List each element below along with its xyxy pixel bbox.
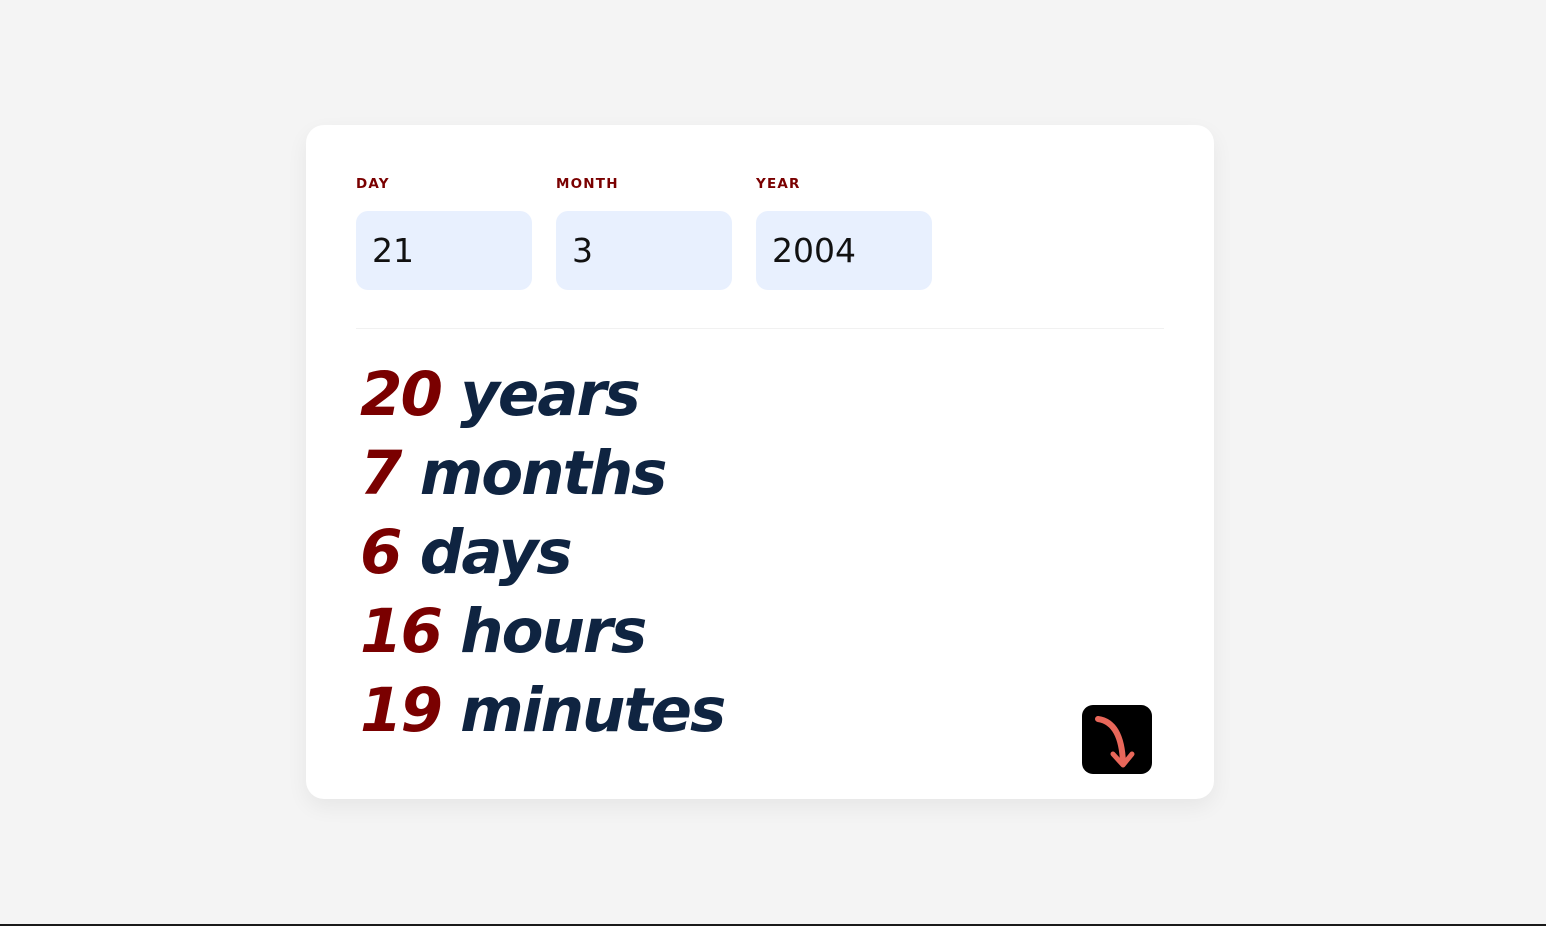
divider: [356, 328, 1164, 329]
days-unit: days: [419, 517, 573, 588]
minutes-value: 19: [360, 675, 443, 746]
result-days: 6 days: [360, 513, 724, 592]
month-field: MONTH: [556, 177, 732, 290]
hours-unit: hours: [460, 596, 647, 667]
page: { "form": { "day": { "label": "DAY", "va…: [0, 0, 1546, 926]
result-years: 20 years: [360, 355, 724, 434]
year-input[interactable]: [756, 211, 932, 290]
date-input-group: DAY MONTH YEAR: [356, 177, 932, 290]
days-value: 6: [360, 517, 402, 588]
age-calculator-card: DAY MONTH YEAR 20 years 7 months 6 days …: [306, 125, 1214, 799]
year-field: YEAR: [756, 177, 932, 290]
month-input[interactable]: [556, 211, 732, 290]
day-label: DAY: [356, 176, 390, 192]
years-unit: years: [460, 359, 641, 430]
day-field: DAY: [356, 177, 532, 290]
result-hours: 16 hours: [360, 592, 724, 671]
result-months: 7 months: [360, 434, 724, 513]
months-unit: months: [419, 438, 668, 509]
age-results: 20 years 7 months 6 days 16 hours 19 min…: [360, 355, 726, 750]
year-label: YEAR: [756, 176, 801, 192]
result-minutes: 19 minutes: [360, 671, 726, 750]
months-value: 7: [360, 438, 402, 509]
calculate-button[interactable]: [1082, 705, 1152, 774]
hours-value: 16: [360, 596, 443, 667]
years-value: 20: [360, 359, 443, 430]
day-input[interactable]: [356, 211, 532, 290]
month-label: MONTH: [556, 176, 619, 192]
curved-arrow-down-icon: [1095, 716, 1135, 768]
minutes-unit: minutes: [460, 675, 726, 746]
